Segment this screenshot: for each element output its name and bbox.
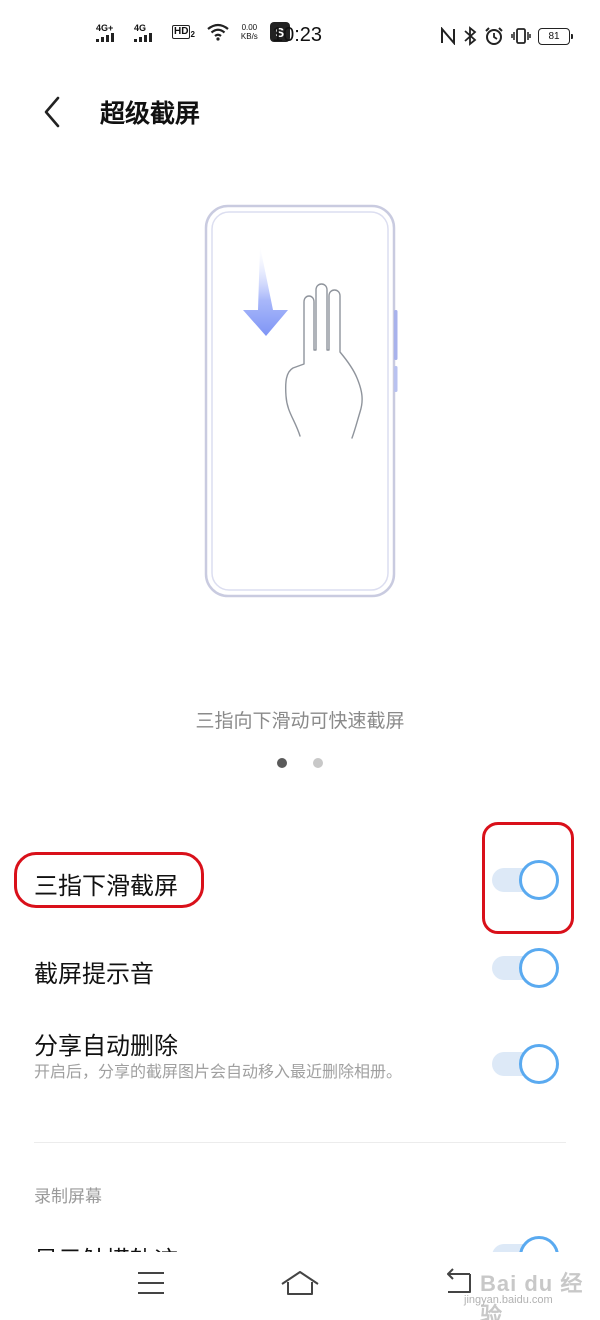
vibrate-icon (511, 28, 531, 44)
section-divider (34, 1142, 566, 1143)
carousel-page-indicator (0, 758, 600, 768)
screenshot-sound-toggle[interactable] (492, 948, 560, 988)
watermark-url: jingyan.baidu.com (464, 1294, 553, 1306)
wifi-icon (207, 23, 229, 41)
highlight-annotation-label (14, 852, 204, 908)
page-dot-1[interactable] (277, 758, 287, 768)
hd-label: HD (172, 25, 191, 39)
home-icon (281, 1271, 319, 1295)
status-bar: 4G+ 4G HD 2 0.00 KB/s S 10:23 81 (0, 0, 600, 72)
page-dot-2[interactable] (313, 758, 323, 768)
sim2-network-label: 4G (134, 22, 147, 33)
sim1-network-label: 4G+ (96, 22, 114, 33)
share-auto-delete-description: 开启后，分享的截屏图片会自动移入最近删除相册。 (34, 1062, 403, 1081)
network-speed: 0.00 KB/s (241, 23, 258, 41)
share-auto-delete-label: 分享自动删除 (34, 1032, 178, 1060)
menu-icon (138, 1272, 164, 1294)
home-button[interactable] (280, 1266, 320, 1300)
status-time: 10:23 (272, 24, 323, 46)
menu-button[interactable] (132, 1266, 172, 1300)
baidu-jingyan-watermark: Bai du 经验 jingyan.baidu.com (462, 1264, 592, 1320)
header: 超级截屏 (0, 80, 600, 144)
phone-illustration (200, 200, 404, 600)
watermark-text: Bai du 经验 (480, 1271, 584, 1320)
battery-level: 81 (548, 30, 560, 42)
carousel-caption: 三指向下滑动可快速截屏 (195, 710, 405, 732)
page-title: 超级截屏 (100, 99, 201, 128)
chevron-left-icon (44, 96, 60, 128)
hd-voice-icon: HD 2 (172, 25, 195, 39)
nfc-icon (441, 27, 455, 45)
screenshot-sound-row[interactable]: 截屏提示音 (0, 940, 600, 1000)
bluetooth-icon (464, 26, 477, 46)
battery-icon: 81 (538, 27, 573, 45)
record-screen-section-header: 录制屏幕 (34, 1187, 102, 1207)
share-auto-delete-toggle[interactable] (492, 1044, 560, 1084)
screenshot-sound-label: 截屏提示音 (34, 960, 154, 988)
back-button[interactable] (34, 92, 74, 132)
alarm-icon (485, 27, 503, 45)
signal-sim2-icon: 4G (134, 23, 160, 42)
phone-side-button-2 (394, 366, 398, 392)
highlight-annotation-toggle (482, 822, 574, 934)
speed-unit: KB/s (240, 32, 258, 41)
speed-value: 0.00 (241, 23, 258, 32)
phone-side-button (394, 310, 398, 360)
phone-frame (204, 204, 396, 598)
signal-sim1-icon: 4G+ (96, 23, 122, 42)
share-auto-delete-row[interactable]: 分享自动删除 开启后，分享的截屏图片会自动移入最近删除相册。 (0, 1022, 600, 1122)
hd-sub-label: 2 (190, 30, 195, 39)
